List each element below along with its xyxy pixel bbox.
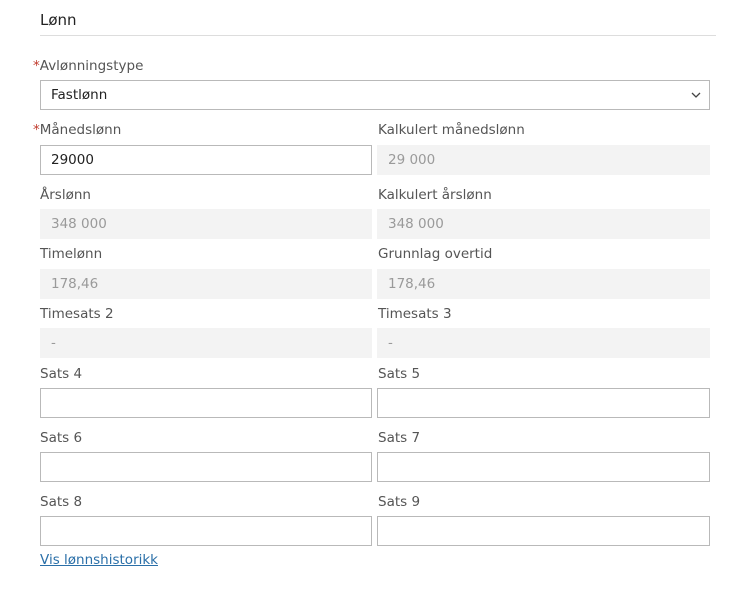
sats5-input[interactable] [377, 388, 710, 418]
kalkulert-manedslonn-label: Kalkulert månedslønn [378, 122, 525, 138]
arslonn-label: Årslønn [40, 187, 91, 203]
timesats2-label: Timesats 2 [40, 306, 114, 322]
avlonningstype-selected-value: Fastlønn [51, 87, 108, 103]
timelonn-label: Timelønn [40, 246, 103, 262]
sats8-input[interactable] [40, 516, 372, 546]
timelonn-value: 178,46 [40, 269, 372, 299]
kalkulert-arslonn-value: 348 000 [377, 209, 710, 239]
sats6-label: Sats 6 [40, 430, 83, 446]
avlonningstype-label-text: Avlønningstype [39, 58, 144, 74]
kalkulert-arslonn-label: Kalkulert årslønn [378, 187, 492, 203]
chevron-down-icon [691, 92, 701, 98]
sats8-label: Sats 8 [40, 494, 83, 510]
timesats2-value: - [40, 328, 372, 358]
kalkulert-manedslonn-value: 29 000 [377, 145, 710, 175]
timesats3-label: Timesats 3 [378, 306, 452, 322]
required-marker: * [33, 122, 40, 138]
timesats3-value: - [377, 328, 710, 358]
sats7-label: Sats 7 [378, 430, 421, 446]
sats9-input[interactable] [377, 516, 710, 546]
section-title: Lønn [40, 11, 77, 29]
section-divider [40, 35, 716, 36]
arslonn-value: 348 000 [40, 209, 372, 239]
grunnlag-overtid-value: 178,46 [377, 269, 710, 299]
sats4-input[interactable] [40, 388, 372, 418]
sats4-label: Sats 4 [40, 366, 83, 382]
sats9-label: Sats 9 [378, 494, 421, 510]
manedslonn-input[interactable] [40, 145, 372, 175]
sats7-input[interactable] [377, 452, 710, 482]
grunnlag-overtid-label: Grunnlag overtid [378, 246, 493, 262]
salary-history-link[interactable]: Vis lønnshistorikk [40, 551, 158, 569]
manedslonn-label-text: Månedslønn [39, 122, 122, 138]
avlonningstype-select[interactable]: Fastlønn [40, 80, 710, 110]
sats5-label: Sats 5 [378, 366, 421, 382]
avlonningstype-label: *Avlønningstype [33, 57, 143, 75]
manedslonn-label: *Månedslønn [33, 121, 121, 139]
sats6-input[interactable] [40, 452, 372, 482]
required-marker: * [33, 58, 40, 74]
